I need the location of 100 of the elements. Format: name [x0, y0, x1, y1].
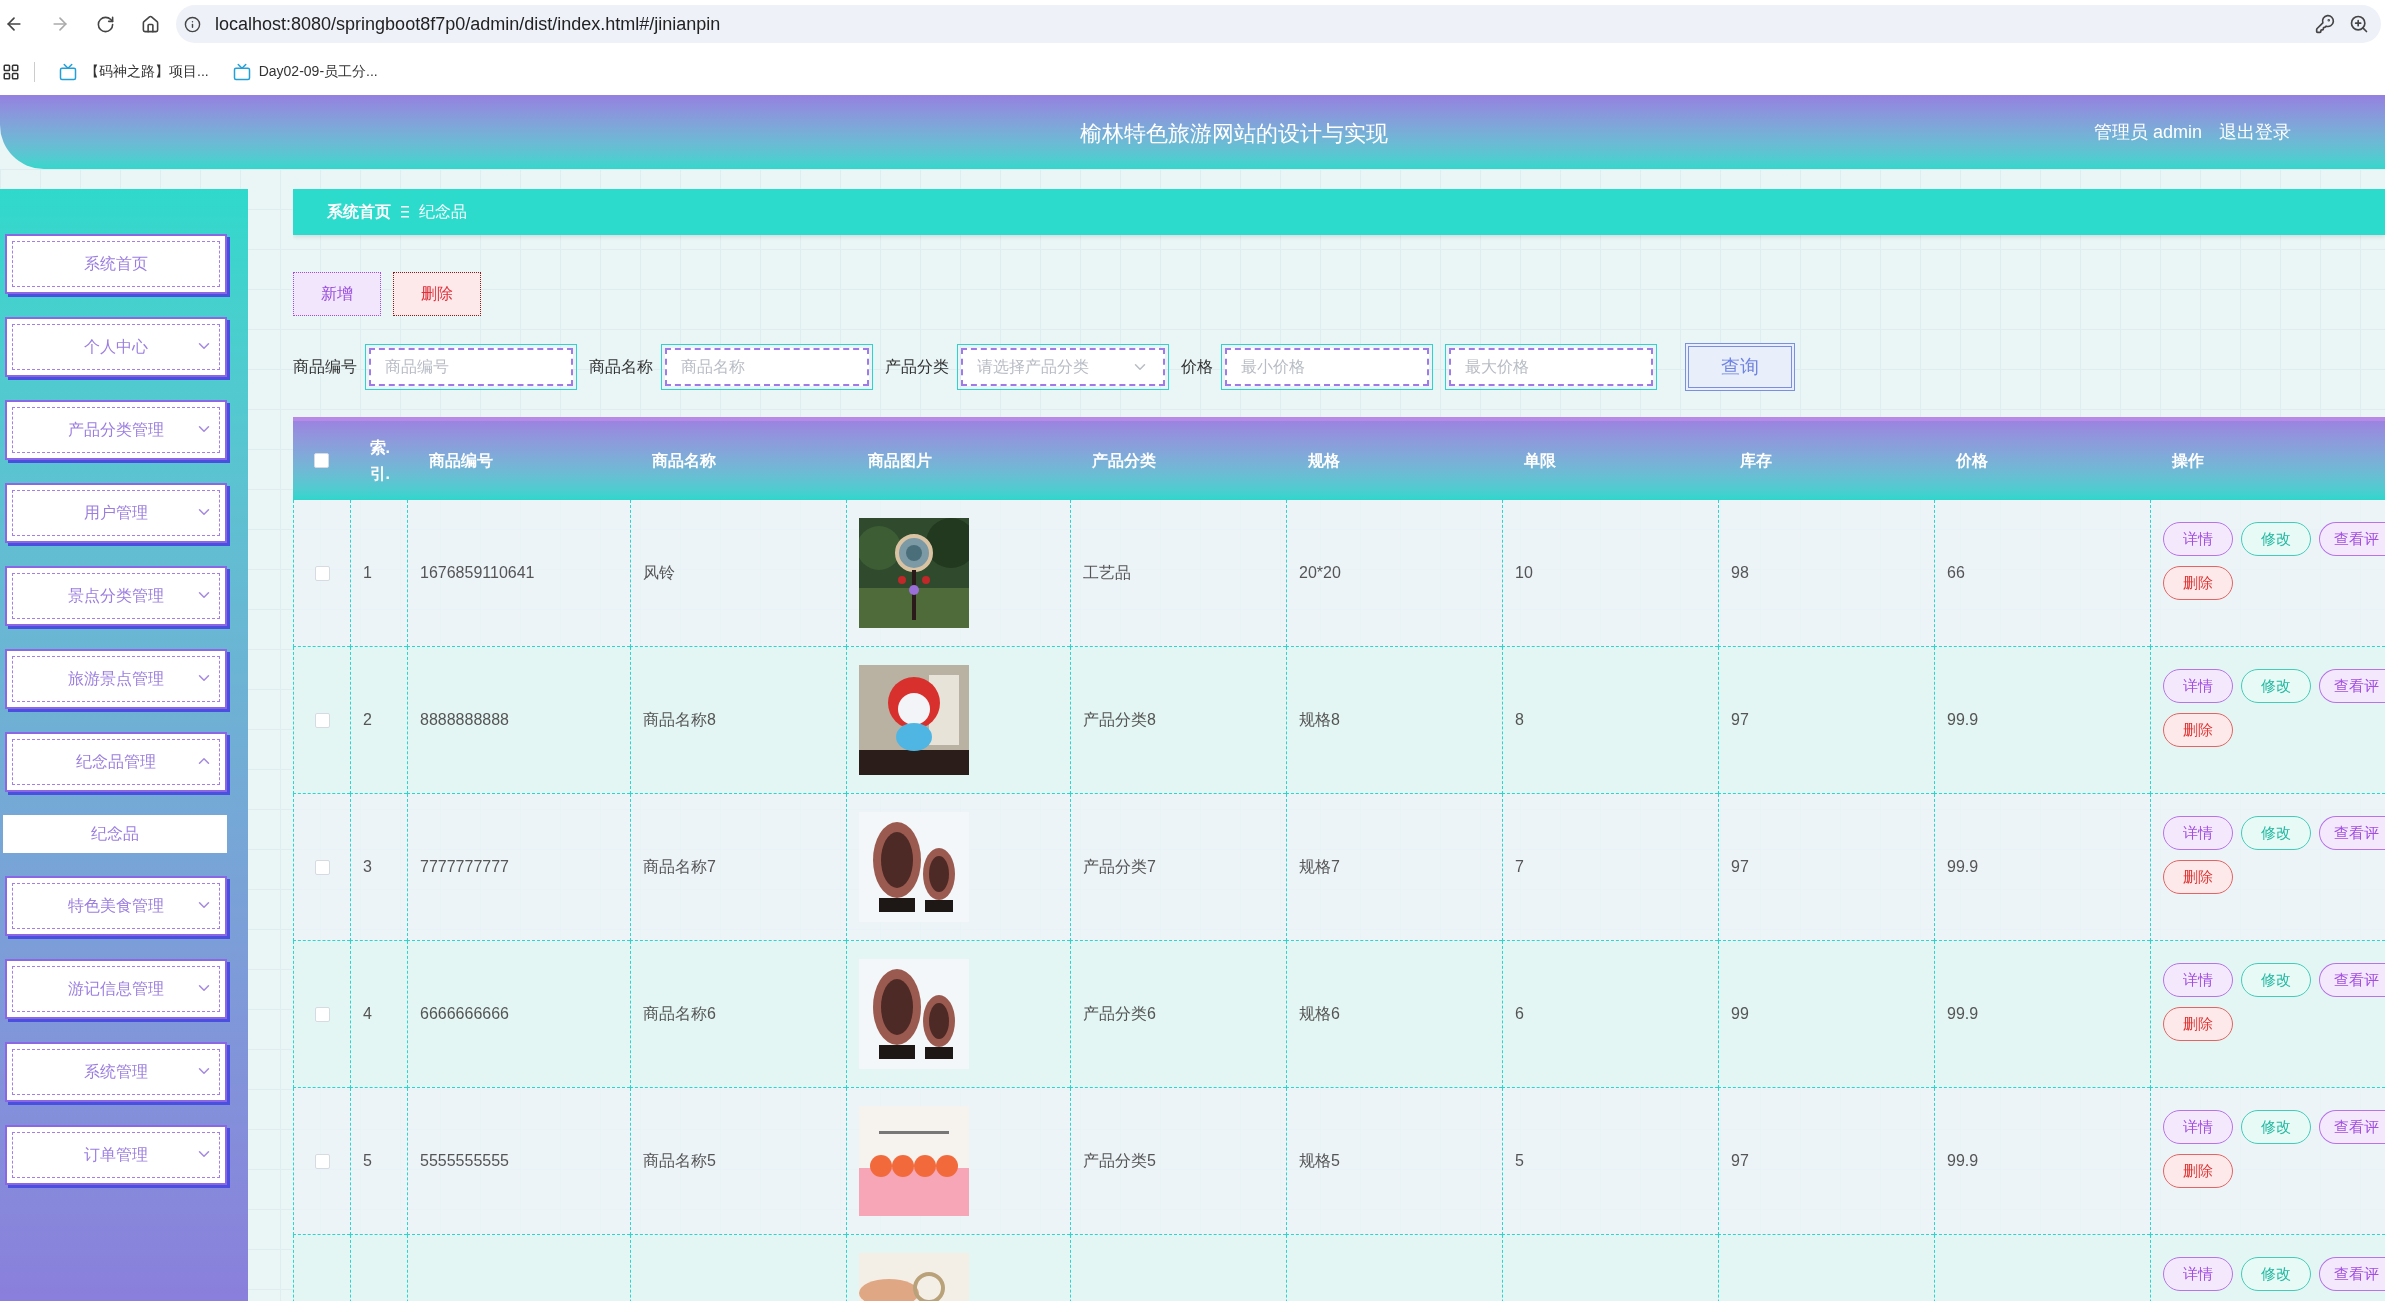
review-button[interactable]: 查看评 — [2319, 963, 2385, 997]
edit-button[interactable]: 修改 — [2241, 963, 2311, 997]
table-cell-text: 产品分类8 — [1083, 710, 1156, 730]
review-button[interactable]: 查看评 — [2319, 522, 2385, 556]
table-cell-text: 5555555555 — [420, 1151, 509, 1171]
table-cell-text: 99.9 — [1947, 1151, 1979, 1171]
filter-label: 价格 — [1181, 357, 1213, 377]
table-cell-text: 97 — [1731, 857, 1749, 877]
table-cell-text: 99.9 — [1947, 1004, 1979, 1024]
submenu-item[interactable]: 纪念品 — [3, 815, 227, 853]
table-cell-text: 1676859110641 — [420, 563, 535, 583]
add-button[interactable]: 新增 — [293, 272, 381, 316]
table-cell-text: 98 — [1731, 563, 1749, 583]
site-title: 榆林特色旅游网站的设计与实现 — [1080, 120, 1388, 148]
bookmark-link[interactable]: 【码神之路】项目... — [59, 61, 209, 82]
sidebar-item[interactable]: 个人中心 — [5, 317, 227, 377]
review-button[interactable]: 查看评 — [2319, 1257, 2385, 1291]
edit-button[interactable]: 修改 — [2241, 1110, 2311, 1144]
table-cell-text: 99.9 — [1947, 857, 1979, 877]
separator-icon — [401, 206, 409, 218]
table-cell-text: 66 — [1947, 563, 1965, 583]
table-cell-text: 规格6 — [1299, 1004, 1340, 1024]
table-cell-text: 6666666666 — [420, 1004, 509, 1024]
apps-icon[interactable] — [2, 62, 20, 81]
sidebar-item[interactable]: 纪念品管理 — [5, 732, 227, 792]
table-cell-text: 4 — [363, 1004, 372, 1024]
sidebar-item[interactable]: 系统首页 — [5, 234, 227, 294]
detail-button[interactable]: 详情 — [2163, 522, 2233, 556]
column-header: 商品图片 — [868, 450, 932, 471]
table-cell-text: 8 — [1515, 710, 1524, 730]
sidebar-item[interactable]: 产品分类管理 — [5, 400, 227, 460]
sidebar-item[interactable]: 旅游景点管理 — [5, 649, 227, 709]
reload-icon[interactable] — [96, 14, 115, 34]
column-header: 产品分类 — [1092, 450, 1156, 471]
detail-button[interactable]: 详情 — [2163, 1257, 2233, 1291]
table-cell-text: 规格8 — [1299, 710, 1340, 730]
table-cell-text: 5 — [1515, 1151, 1524, 1171]
table-cell-text: 6 — [1515, 1004, 1524, 1024]
table-cell-text: 1 — [363, 563, 372, 583]
sidebar-item[interactable]: 订单管理 — [5, 1125, 227, 1185]
address-bar[interactable]: localhost:8080/springboot8f7p0/admin/dist/index.html#/jinianpin — [176, 5, 2381, 43]
edit-button[interactable]: 修改 — [2241, 816, 2311, 850]
edit-button[interactable]: 修改 — [2241, 669, 2311, 703]
logout-link[interactable]: 退出登录 — [2219, 119, 2291, 146]
delete-button[interactable]: 删除 — [2163, 566, 2233, 600]
checkbox[interactable] — [314, 1006, 330, 1022]
column-header: 索.引. — [369, 437, 388, 484]
column-header: 规格 — [1308, 450, 1340, 471]
tv-icon — [59, 62, 77, 81]
table-cell-text: 20*20 — [1299, 563, 1341, 583]
delete-button[interactable]: 删除 — [2163, 860, 2233, 894]
table-cell-text: 97 — [1731, 1151, 1749, 1171]
sidebar-item[interactable]: 用户管理 — [5, 483, 227, 543]
detail-button[interactable]: 详情 — [2163, 669, 2233, 703]
sidebar-item[interactable]: 景点分类管理 — [5, 566, 227, 626]
zoom-icon[interactable] — [2349, 14, 2369, 34]
sidebar-item[interactable]: 游记信息管理 — [5, 959, 227, 1019]
column-header: 库存 — [1740, 450, 1772, 471]
sidebar-item[interactable]: 特色美食管理 — [5, 876, 227, 936]
review-button[interactable]: 查看评 — [2319, 669, 2385, 703]
column-header: 操作 — [2172, 450, 2204, 471]
filter-label: 商品编号 — [293, 357, 357, 377]
table-cell-text: 商品名称6 — [643, 1004, 716, 1024]
info-icon[interactable] — [184, 15, 201, 33]
bookmark-link[interactable]: Day02-09-员工分... — [232, 61, 378, 82]
detail-button[interactable]: 详情 — [2163, 963, 2233, 997]
checkbox[interactable] — [314, 712, 330, 728]
review-button[interactable]: 查看评 — [2319, 816, 2385, 850]
search-button[interactable]: 查询 — [1685, 343, 1795, 391]
review-button[interactable]: 查看评 — [2319, 1110, 2385, 1144]
delete-button[interactable]: 删除 — [393, 272, 481, 316]
filter-label: 商品名称 — [589, 357, 653, 377]
column-header: 单限 — [1524, 450, 1556, 471]
table-cell-text: 商品名称5 — [643, 1151, 716, 1171]
checkbox[interactable] — [314, 453, 329, 468]
delete-button[interactable]: 删除 — [2163, 1154, 2233, 1188]
table-cell-text: 3 — [363, 857, 372, 877]
key-icon[interactable] — [2315, 14, 2335, 34]
table-cell-text: 产品分类6 — [1083, 1004, 1156, 1024]
breadcrumb-link[interactable]: 系统首页 — [327, 200, 391, 224]
table-cell-text: 8888888888 — [420, 710, 509, 730]
table-cell-text: 风铃 — [643, 563, 675, 583]
detail-button[interactable]: 详情 — [2163, 816, 2233, 850]
delete-button[interactable]: 删除 — [2163, 1007, 2233, 1041]
table-cell-text: 规格5 — [1299, 1151, 1340, 1171]
column-header: 商品编号 — [429, 450, 493, 471]
checkbox[interactable] — [314, 565, 330, 581]
edit-button[interactable]: 修改 — [2241, 522, 2311, 556]
table-cell-text: 99 — [1731, 1004, 1749, 1024]
column-header: 价格 — [1956, 450, 1988, 471]
filter-label: 产品分类 — [885, 357, 949, 377]
table-cell-text: 99.9 — [1947, 710, 1979, 730]
breadcrumb-link[interactable]: 纪念品 — [419, 200, 467, 224]
home-icon[interactable] — [141, 14, 160, 34]
detail-button[interactable]: 详情 — [2163, 1110, 2233, 1144]
delete-button[interactable]: 删除 — [2163, 713, 2233, 747]
sidebar-item[interactable]: 系统管理 — [5, 1042, 227, 1102]
edit-button[interactable]: 修改 — [2241, 1257, 2311, 1291]
checkbox[interactable] — [314, 859, 330, 875]
checkbox[interactable] — [314, 1153, 330, 1169]
